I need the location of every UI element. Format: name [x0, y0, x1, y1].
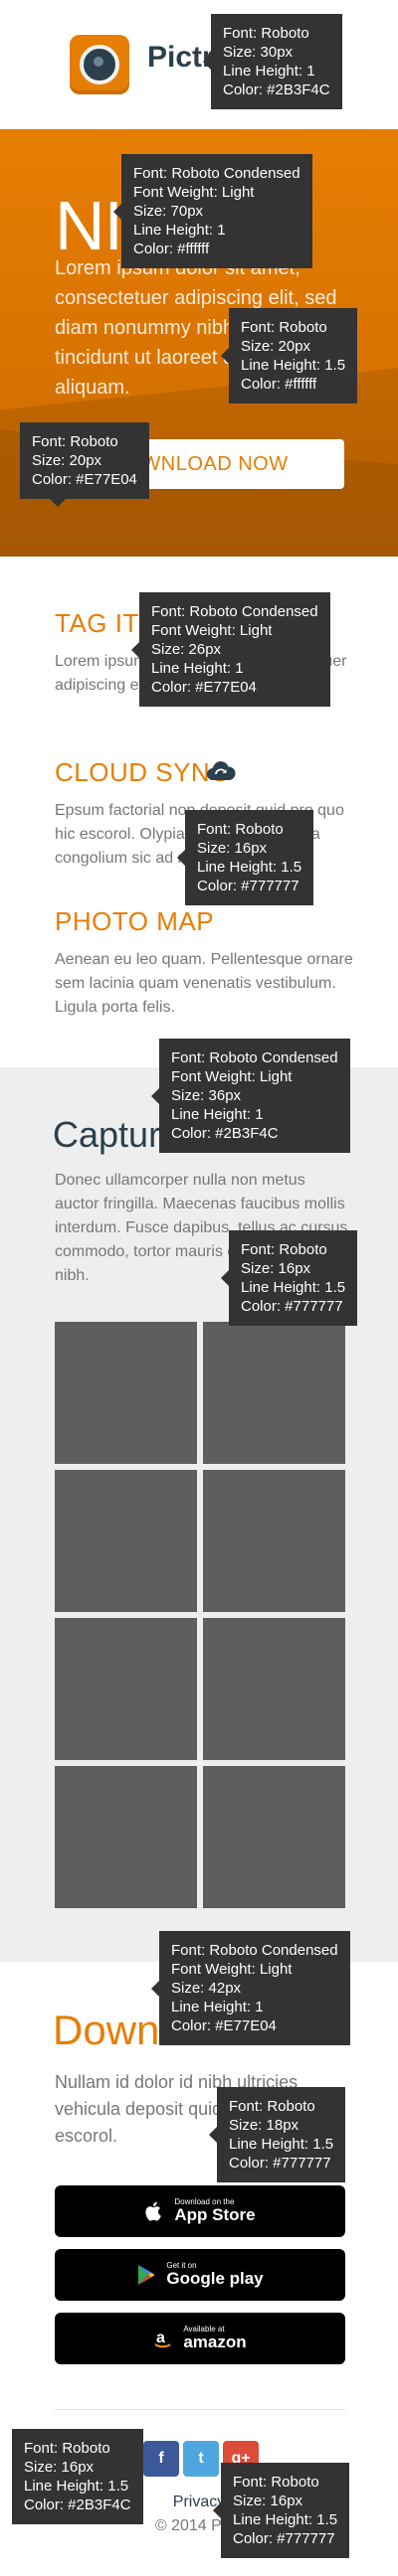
spec-annotation: Font: Roboto Condensed Font Weight: Light… [113, 154, 312, 268]
footer-divider [55, 2409, 345, 2410]
photo-tile[interactable] [203, 1470, 345, 1612]
google-play-icon [138, 2265, 155, 2285]
spec-annotation: Font: Roboto Condensed Font Weight: Light… [151, 1931, 350, 2045]
store-big-text: Google play [166, 2268, 264, 2288]
store-big-text: amazon [183, 2332, 247, 2351]
photo-tile[interactable] [55, 1322, 197, 1464]
photo-tile[interactable] [203, 1618, 345, 1760]
feature-title: PHOTO MAP [55, 906, 215, 936]
spec-annotation: Font: Roboto Condensed Font Weight: Light… [131, 592, 330, 707]
facebook-icon[interactable]: f [143, 2441, 179, 2477]
photo-tile[interactable] [55, 1618, 197, 1760]
spec-annotation: Font: Roboto Size: 16px Line Height: 1.5 Co… [220, 1230, 358, 1326]
google-play-button[interactable]: Get it on Google play [55, 2249, 345, 2301]
twitter-icon[interactable]: t [183, 2441, 219, 2477]
spec-annotation: Font: Roboto Size: 30px Line Height: 1 Colo… [203, 14, 342, 109]
spec-annotation: Font: Roboto Condensed Font Weight: Light… [151, 1039, 350, 1153]
capture-section: Capture Donec ullamcorper nulla non metu… [0, 1067, 398, 1962]
feature-photo-map: PHOTO MAP Aenean eu leo quam. Pellentesq… [55, 908, 353, 1020]
amazon-button[interactable]: a Available at amazon [55, 2313, 345, 2364]
store-big-text: App Store [174, 2204, 256, 2224]
spec-annotation: Font: Roboto Size: 20px Color: #E77E04 [20, 422, 149, 507]
store-label: Available at amazon [183, 2325, 247, 2352]
cloud-sync-icon [207, 761, 236, 780]
store-label: Get it on Google play [166, 2261, 264, 2289]
apple-icon [145, 2201, 162, 2221]
spec-annotation: Font: Roboto Size: 18px Line Height: 1.5 Co… [208, 2087, 346, 2182]
photo-tile[interactable] [203, 1766, 345, 1908]
photo-tile[interactable] [55, 1766, 197, 1908]
store-label: Download on the App Store [174, 2197, 256, 2225]
feature-text: Aenean eu leo quam. Pellentesque ornare … [55, 951, 353, 1016]
amazon-icon: a [154, 2330, 171, 2348]
photo-tile[interactable] [55, 1470, 197, 1612]
spec-annotation: Font: Roboto Size: 16px Line Height: 1.5 Co… [12, 2429, 143, 2524]
svg-text:a: a [156, 2330, 165, 2346]
spec-annotation: Font: Roboto Size: 20px Line Height: 1.5 Co… [220, 308, 358, 403]
camera-lens-icon[interactable] [70, 35, 129, 94]
app-store-button[interactable]: Download on the App Store [55, 2185, 345, 2237]
spec-annotation: Font: Roboto Size: 16px Line Height: 1.5 Co… [212, 2463, 350, 2558]
spec-annotation: Font: Roboto Size: 16px Line Height: 1.5 Co… [176, 810, 314, 905]
lens-icon [80, 45, 119, 84]
photo-tile[interactable] [203, 1322, 345, 1464]
